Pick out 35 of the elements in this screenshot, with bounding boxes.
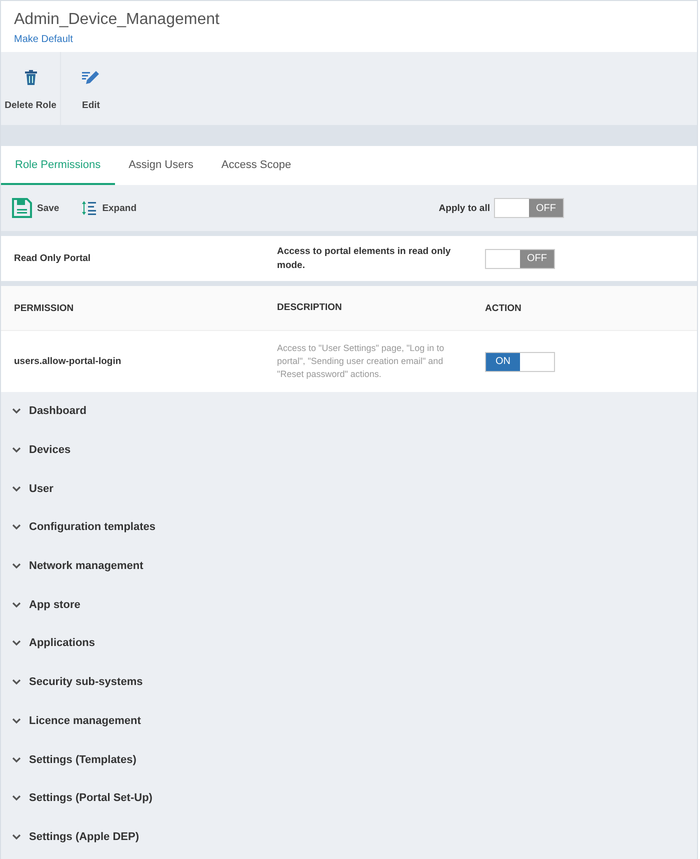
column-header: ACTION	[485, 302, 522, 314]
tab[interactable]: Access Scope	[207, 146, 306, 185]
section-header[interactable]: Configuration templates	[1, 508, 697, 547]
toggle-label: OFF	[529, 199, 563, 217]
section-header[interactable]: Security sub-systems	[1, 662, 697, 702]
permission-description: Access to "User Settings" page, "Log in to portal", "Sending user creation email" and "Reset password" actions.	[277, 342, 446, 382]
section-header[interactable]: Settings (Apple DEP)	[1, 818, 697, 856]
section-header[interactable]: Licence management	[1, 702, 697, 740]
permission-name: users.allow-portal-login	[13, 356, 122, 367]
section-header[interactable]: Settings (Portal Set-Up)	[1, 778, 697, 818]
section-header[interactable]: Network management	[1, 546, 697, 586]
read-only-portal-label: Read Only Portal	[13, 253, 92, 264]
toggle-label: ON	[486, 352, 520, 370]
section-header[interactable]: Applications	[1, 624, 697, 663]
section-header[interactable]: Dashboard	[1, 392, 697, 431]
section-header[interactable]: App store	[1, 585, 697, 624]
role-title: Admin_Device_Management	[14, 11, 220, 29]
expand-button[interactable]: Expand	[81, 200, 136, 216]
column-header: PERMISSION	[13, 302, 75, 314]
make-default-link[interactable]: Make Default	[14, 34, 684, 45]
section-header[interactable]: Settings (Templates)	[1, 740, 697, 779]
trash-icon	[24, 70, 38, 86]
edit-button[interactable]: Edit	[61, 52, 121, 125]
toggle-switch[interactable]: ON	[485, 352, 555, 372]
apply-to-all-label: Apply to all	[438, 202, 490, 214]
section-header[interactable]: User	[1, 469, 697, 508]
save-button[interactable]: Save	[12, 198, 60, 218]
toggle-label: OFF	[520, 250, 554, 268]
read-only-description: Access to portal elements in read only mode.	[277, 244, 452, 272]
pencil-icon	[82, 70, 100, 86]
save-icon	[12, 198, 32, 218]
expand-icon	[81, 200, 98, 216]
column-header: DESCRIPTION	[277, 301, 343, 315]
tab[interactable]: Assign Users	[114, 146, 208, 185]
section-header[interactable]: Devices	[1, 430, 697, 470]
